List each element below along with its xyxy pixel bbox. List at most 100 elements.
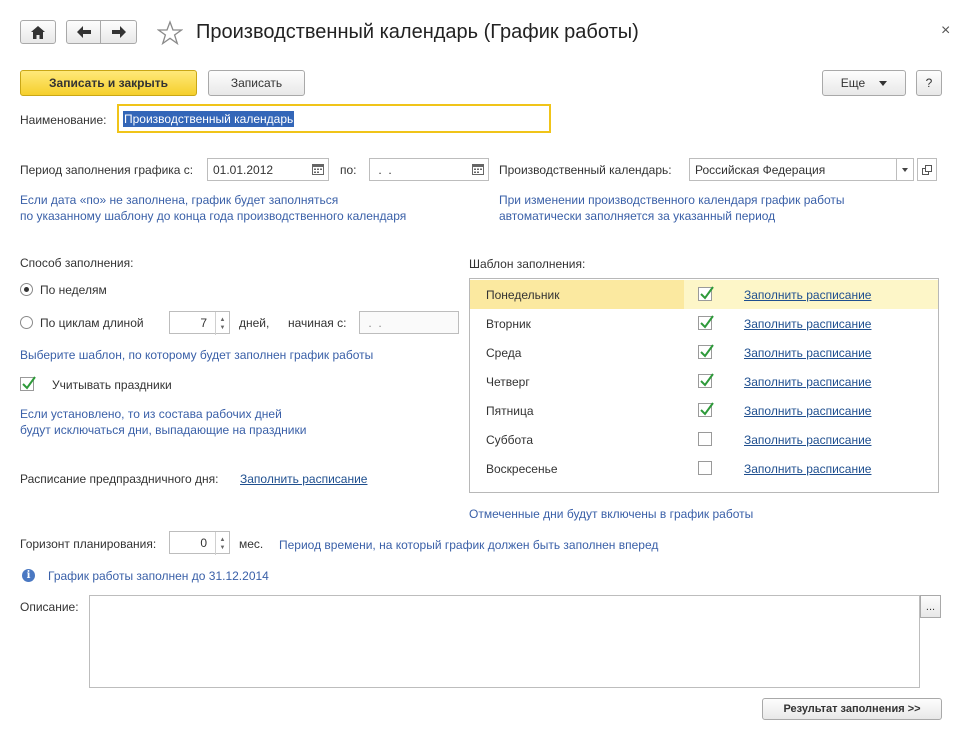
fill-schedule-link[interactable]: Заполнить расписание	[744, 462, 871, 476]
holidays-hint: Если установлено, то из состава рабочих …	[20, 406, 306, 438]
fill-schedule-link[interactable]: Заполнить расписание	[744, 288, 871, 302]
period-from-value: 01.01.2012	[213, 162, 274, 177]
checkmark-icon	[700, 373, 714, 387]
cycle-length-value: 7	[200, 315, 207, 330]
fill-result-button[interactable]: Результат заполнения >>	[762, 698, 942, 720]
fill-schedule-link[interactable]: Заполнить расписание	[744, 317, 871, 331]
window-title: Производственный календарь (График работ…	[196, 21, 639, 43]
checkmark-icon	[700, 315, 714, 329]
holidays-hint-line2: будут исключаться дни, выпадающие на пра…	[20, 423, 307, 437]
day-checkbox[interactable]	[698, 315, 714, 330]
period-to-value: . .	[375, 162, 392, 177]
template-table: Понедельник Заполнить расписание Вторник За…	[469, 278, 939, 493]
back-button[interactable]	[66, 20, 101, 44]
home-icon	[31, 25, 45, 39]
day-checkbox[interactable]	[698, 373, 714, 388]
day-checkbox[interactable]	[698, 461, 712, 475]
by-cycles-label[interactable]: По циклам длиной	[40, 316, 144, 330]
horizon-stepper[interactable]: 0 ▲ ▼	[169, 531, 230, 555]
home-button[interactable]	[20, 20, 56, 44]
stepper-arrows-icon[interactable]: ▲ ▼	[215, 312, 229, 335]
calendar-icon[interactable]	[472, 164, 484, 175]
table-row[interactable]: Воскресенье Заполнить расписание	[470, 454, 938, 483]
radio-by-cycles[interactable]	[20, 316, 33, 329]
days-label: дней,	[239, 316, 270, 330]
close-icon[interactable]: ×	[941, 22, 950, 40]
name-field[interactable]: Производственный календарь	[117, 104, 551, 133]
calendar-icon[interactable]	[312, 164, 324, 175]
calendar-select[interactable]: Российская Федерация	[689, 158, 897, 181]
day-name: Четверг	[486, 374, 530, 389]
description-textarea[interactable]	[89, 595, 920, 688]
description-more-button[interactable]: ...	[920, 595, 941, 618]
fill-schedule-link[interactable]: Заполнить расписание	[744, 404, 871, 418]
calendar-label: Производственный календарь:	[499, 163, 672, 177]
day-checkbox[interactable]	[698, 286, 714, 301]
calendar-open-button[interactable]	[917, 158, 937, 181]
cycle-start-field[interactable]: . .	[359, 311, 459, 334]
save-button[interactable]: Записать	[208, 70, 305, 96]
fill-schedule-link[interactable]: Заполнить расписание	[744, 375, 871, 389]
table-row[interactable]: Пятница Заполнить расписание	[470, 396, 938, 425]
template-hint: Отмеченные дни будут включены в график р…	[469, 507, 754, 521]
day-checkbox[interactable]	[698, 402, 714, 417]
holidays-hint-line1: Если установлено, то из состава рабочих …	[20, 407, 282, 421]
day-checkbox[interactable]	[698, 344, 714, 359]
day-name: Среда	[486, 345, 522, 360]
table-row[interactable]: Четверг Заполнить расписание	[470, 367, 938, 396]
more-menu-button[interactable]: Еще	[822, 70, 906, 96]
table-row[interactable]: Понедельник Заполнить расписание	[470, 280, 938, 309]
period-to-field[interactable]: . .	[369, 158, 489, 181]
table-row[interactable]: Суббота Заполнить расписание	[470, 425, 938, 454]
info-text: График работы заполнен до 31.12.2014	[48, 569, 269, 583]
horizon-label: Горизонт планирования:	[20, 537, 157, 551]
fill-schedule-link[interactable]: Заполнить расписание	[744, 433, 871, 447]
description-label: Описание:	[20, 600, 79, 614]
calendar-hint: При изменении производственного календар…	[499, 192, 844, 224]
cycle-length-stepper[interactable]: 7 ▲ ▼	[169, 311, 230, 335]
day-name: Понедельник	[486, 287, 560, 302]
preholiday-label: Расписание предпраздничного дня:	[20, 472, 219, 486]
horizon-hint: Период времени, на который график должен…	[279, 538, 659, 552]
period-to-label: по:	[340, 163, 357, 177]
horizon-unit: мес.	[239, 537, 264, 551]
day-checkbox[interactable]	[698, 432, 712, 446]
chevron-down-icon	[879, 80, 888, 86]
day-name: Вторник	[486, 316, 531, 331]
template-label: Шаблон заполнения:	[469, 257, 586, 271]
calendar-hint-line2: автоматически заполняется за указанный п…	[499, 209, 776, 223]
open-icon	[922, 164, 932, 175]
checkmark-icon	[700, 402, 714, 416]
help-button[interactable]: ?	[916, 70, 942, 96]
name-value: Производственный календарь	[123, 110, 295, 127]
holidays-checkbox[interactable]	[20, 376, 36, 391]
holidays-label[interactable]: Учитывать праздники	[52, 378, 172, 392]
fill-schedule-link[interactable]: Заполнить расписание	[744, 346, 871, 360]
by-weeks-label[interactable]: По неделям	[40, 283, 107, 297]
arrow-right-icon	[111, 26, 126, 38]
day-name: Суббота	[486, 432, 533, 447]
fill-method-hint: Выберите шаблон, по которому будет запол…	[20, 348, 374, 362]
checkmark-icon	[700, 344, 714, 358]
checkmark-icon	[22, 376, 36, 390]
preholiday-fill-link[interactable]: Заполнить расписание	[240, 472, 367, 486]
save-and-close-button[interactable]: Записать и закрыть	[20, 70, 197, 96]
day-name: Воскресенье	[486, 461, 558, 476]
period-hint-line1: Если дата «по» не заполнена, график буде…	[20, 193, 339, 207]
day-name: Пятница	[486, 403, 534, 418]
calendar-dropdown-button[interactable]	[896, 158, 914, 181]
radio-by-weeks[interactable]	[20, 283, 33, 296]
calendar-value: Российская Федерация	[695, 162, 826, 177]
cycle-start-value: . .	[365, 315, 382, 330]
name-label: Наименование:	[20, 113, 107, 127]
period-hint: Если дата «по» не заполнена, график буде…	[20, 192, 406, 224]
checkmark-icon	[700, 286, 714, 300]
table-row[interactable]: Среда Заполнить расписание	[470, 338, 938, 367]
stepper-arrows-icon[interactable]: ▲ ▼	[215, 532, 229, 555]
table-row[interactable]: Вторник Заполнить расписание	[470, 309, 938, 338]
horizon-value: 0	[200, 535, 207, 550]
arrow-left-icon	[76, 26, 91, 38]
favorite-star-icon[interactable]	[156, 20, 184, 46]
period-from-field[interactable]: 01.01.2012	[207, 158, 329, 181]
forward-button[interactable]	[101, 20, 137, 44]
